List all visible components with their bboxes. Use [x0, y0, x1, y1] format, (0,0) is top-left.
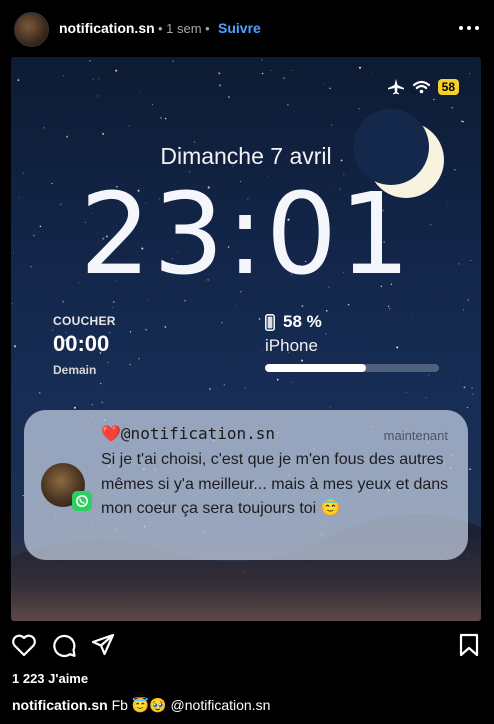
more-options-icon[interactable]: [459, 20, 479, 36]
battery-widget: 58 % iPhone: [265, 312, 439, 372]
battery-bar-fill: [265, 364, 366, 372]
username[interactable]: notification.sn: [59, 20, 155, 36]
battery-badge: 58: [437, 79, 459, 95]
heart-emoji: ❤️: [101, 424, 121, 443]
phone-icon: [265, 313, 275, 331]
lockscreen-date: Dimanche 7 avril: [160, 143, 332, 169]
caption-username[interactable]: notification.sn: [12, 697, 108, 713]
share-icon[interactable]: [91, 633, 115, 657]
notification-timestamp: maintenant: [383, 428, 448, 443]
post-time: • 1 sem •: [158, 21, 210, 36]
alarm-widget: COUCHER 00:00 Demain: [53, 314, 116, 377]
comment-icon[interactable]: [51, 633, 77, 659]
post-header: notification.sn • 1 sem • Suivre: [0, 0, 494, 57]
follow-button[interactable]: Suivre: [218, 20, 261, 36]
status-bar: 58: [387, 78, 459, 96]
alarm-day: Demain: [53, 363, 97, 377]
whatsapp-icon: [72, 491, 92, 511]
wifi-icon: [412, 80, 430, 94]
lockscreen-time: 23:01: [79, 170, 413, 300]
caption-text: Fb 😇🥹 @notification.sn: [111, 697, 271, 713]
battery-bar: [265, 364, 439, 372]
bookmark-icon[interactable]: [459, 633, 479, 657]
heart-icon[interactable]: [11, 633, 37, 657]
notification-message: Si je t'ai choisi, c'est que je m'en fou…: [101, 451, 449, 517]
notification-title: ❤️@notification.sn: [101, 424, 275, 443]
notification-card[interactable]: ❤️@notification.sn maintenant Si je t'ai…: [24, 410, 468, 560]
avatar[interactable]: [14, 12, 49, 47]
device-name: iPhone: [265, 336, 318, 355]
notification-sender: @notification.sn: [120, 424, 276, 443]
action-bar: [0, 629, 494, 663]
caption: notification.sn Fb 😇🥹 @notification.sn: [12, 697, 270, 714]
alarm-label: COUCHER: [53, 314, 116, 328]
alarm-time: 00:00: [53, 331, 110, 356]
airplane-icon: [387, 79, 404, 95]
post-image[interactable]: 58 Dimanche 7 avril 23:01 COUCHER 00:00 …: [11, 57, 481, 621]
likes-count[interactable]: 1 223 J'aime: [12, 671, 88, 686]
battery-percent: 58 %: [283, 312, 322, 331]
